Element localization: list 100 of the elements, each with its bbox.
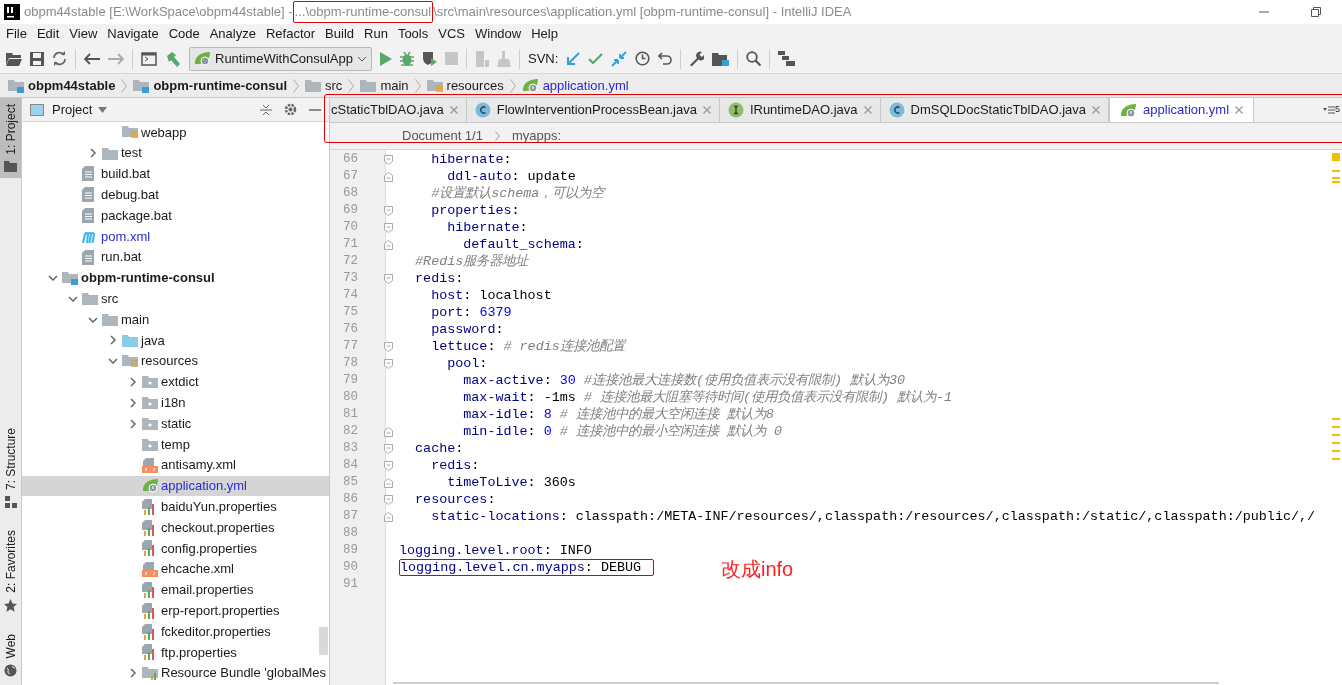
folder-settings-icon[interactable] bbox=[712, 51, 730, 66]
close-icon[interactable] bbox=[702, 106, 711, 114]
dropdown-icon[interactable] bbox=[98, 106, 108, 113]
menu-item[interactable]: Build bbox=[320, 24, 359, 44]
breadcrumb-item[interactable]: Document 1/1 bbox=[402, 126, 483, 146]
warning-marker[interactable] bbox=[1332, 434, 1340, 436]
horizontal-scrollbar[interactable] bbox=[393, 682, 1219, 684]
breadcrumb-item[interactable]: obpm-runtime-consul bbox=[153, 75, 288, 96]
open-folder-icon[interactable] bbox=[6, 51, 22, 66]
tree-item[interactable]: extdict bbox=[22, 371, 329, 393]
menu-item[interactable]: Navigate bbox=[102, 24, 164, 44]
tree-item[interactable]: email.properties bbox=[22, 579, 329, 601]
tree-item[interactable]: java bbox=[22, 329, 329, 351]
tree-item[interactable]: webapp bbox=[22, 122, 329, 143]
tree-item[interactable]: temp bbox=[22, 433, 329, 455]
breadcrumb-item[interactable]: obpm44stable bbox=[28, 75, 116, 96]
tree-item[interactable]: test bbox=[22, 142, 329, 164]
update-arrow-icon[interactable] bbox=[566, 51, 581, 66]
restore-icon[interactable] bbox=[1310, 6, 1322, 18]
search-icon[interactable] bbox=[746, 51, 762, 66]
tool-window-button[interactable]: 2: Favorites bbox=[0, 523, 21, 618]
build-hammer-icon[interactable] bbox=[165, 50, 181, 67]
tool-window-button[interactable]: 7: Structure bbox=[0, 421, 21, 514]
warning-marker[interactable] bbox=[1332, 177, 1340, 179]
tab-list-icon[interactable] bbox=[1323, 106, 1335, 114]
debug-bug-icon[interactable] bbox=[400, 51, 414, 66]
tree-item[interactable]: obpm-runtime-consul bbox=[22, 267, 329, 289]
menu-item[interactable]: Analyze bbox=[204, 24, 261, 44]
run-icon[interactable] bbox=[380, 51, 392, 66]
warning-marker[interactable] bbox=[1332, 450, 1340, 452]
terminal-icon[interactable] bbox=[141, 51, 157, 66]
tree-item[interactable]: pom.xml bbox=[22, 226, 329, 247]
breadcrumb-item[interactable]: myapps: bbox=[511, 126, 562, 146]
save-icon[interactable] bbox=[30, 51, 44, 66]
warning-marker[interactable] bbox=[1332, 426, 1340, 428]
history-clock-icon[interactable] bbox=[635, 51, 651, 66]
tree-item[interactable]: erp-report.properties bbox=[22, 600, 329, 622]
menu-item[interactable]: Code bbox=[163, 24, 205, 44]
wrench-icon[interactable] bbox=[689, 51, 705, 66]
menu-item[interactable]: File bbox=[1, 24, 32, 44]
structure-tree-icon[interactable] bbox=[778, 51, 796, 66]
tree-item[interactable]: resources bbox=[22, 350, 329, 372]
settings-icon[interactable] bbox=[284, 103, 297, 116]
tree-item[interactable]: src bbox=[22, 288, 329, 310]
tree-item[interactable]: fckeditor.properties bbox=[22, 621, 329, 642]
warning-marker[interactable] bbox=[1332, 442, 1340, 444]
editor-tab[interactable]: FlowInterventionProcessBean.java bbox=[466, 98, 720, 122]
commit-check-icon[interactable] bbox=[588, 52, 604, 65]
breadcrumb-item[interactable]: src bbox=[325, 75, 343, 96]
tree-item[interactable]: baiduYun.properties bbox=[22, 496, 329, 518]
close-icon[interactable] bbox=[1235, 106, 1244, 114]
tree-item[interactable]: run.bat bbox=[22, 246, 329, 268]
sync-icon[interactable] bbox=[52, 51, 67, 66]
collapse-all-icon[interactable] bbox=[260, 103, 272, 116]
editor-tab[interactable]: DmSQLDocStaticTblDAO.java bbox=[880, 98, 1110, 122]
warning-marker[interactable] bbox=[1332, 153, 1340, 161]
menu-item[interactable]: Tools bbox=[392, 24, 434, 44]
tree-item[interactable]: application.yml bbox=[22, 475, 329, 497]
tree-item[interactable]: debug.bat bbox=[22, 184, 329, 206]
tree-item[interactable]: checkout.properties bbox=[22, 517, 329, 538]
tree-item[interactable]: ehcache.xml bbox=[22, 558, 329, 580]
warning-marker[interactable] bbox=[1332, 418, 1340, 420]
close-icon[interactable] bbox=[449, 106, 458, 114]
scrollbar-thumb[interactable] bbox=[319, 627, 328, 655]
forward-icon[interactable] bbox=[108, 52, 124, 65]
breadcrumb-item[interactable]: application.yml bbox=[542, 75, 629, 96]
editor-tab[interactable]: cStaticTblDAO.java bbox=[330, 98, 467, 122]
menu-item[interactable]: Edit bbox=[31, 24, 65, 44]
menu-item[interactable]: View bbox=[64, 24, 103, 44]
menu-item[interactable]: Run bbox=[359, 24, 393, 44]
tree-item[interactable]: main bbox=[22, 309, 329, 330]
menu-item[interactable]: Refactor bbox=[260, 24, 321, 44]
tool-window-button[interactable]: Web bbox=[0, 627, 21, 683]
menu-item[interactable]: Window bbox=[469, 24, 527, 44]
menu-item[interactable]: Help bbox=[526, 24, 563, 44]
tree-item[interactable]: i18n bbox=[22, 392, 329, 414]
back-icon[interactable] bbox=[84, 52, 100, 65]
tree-item[interactable]: ftp.properties bbox=[22, 641, 329, 663]
tool-window-button[interactable]: 1: Project bbox=[0, 98, 21, 178]
tree-item[interactable]: Resource Bundle 'globalMes bbox=[22, 662, 329, 684]
close-icon[interactable] bbox=[863, 106, 872, 114]
coverage-shield-icon[interactable] bbox=[422, 51, 437, 66]
warning-marker[interactable] bbox=[1332, 170, 1340, 172]
warning-marker[interactable] bbox=[1332, 458, 1340, 460]
revert-icon[interactable] bbox=[658, 51, 673, 66]
compare-arrows-icon[interactable] bbox=[611, 50, 628, 67]
breadcrumb-item[interactable]: resources bbox=[446, 75, 504, 96]
tree-item[interactable]: package.bat bbox=[22, 205, 329, 226]
tree-item[interactable]: config.properties bbox=[22, 537, 329, 559]
warning-marker[interactable] bbox=[1332, 181, 1340, 183]
menu-item[interactable]: VCS bbox=[433, 24, 470, 44]
close-icon[interactable] bbox=[1092, 106, 1101, 114]
editor-tab[interactable]: application.yml bbox=[1109, 98, 1255, 122]
panel-title[interactable]: Project bbox=[52, 99, 93, 120]
run-config-dropdown[interactable]: RuntimeWithConsulApp bbox=[189, 46, 372, 71]
tree-item[interactable]: build.bat bbox=[22, 163, 329, 185]
breadcrumb-item[interactable]: main bbox=[380, 75, 409, 96]
tree-item[interactable]: static bbox=[22, 413, 329, 434]
editor-tab[interactable]: IRuntimeDAO.java bbox=[719, 98, 881, 122]
tree-item[interactable]: antisamy.xml bbox=[22, 454, 329, 476]
